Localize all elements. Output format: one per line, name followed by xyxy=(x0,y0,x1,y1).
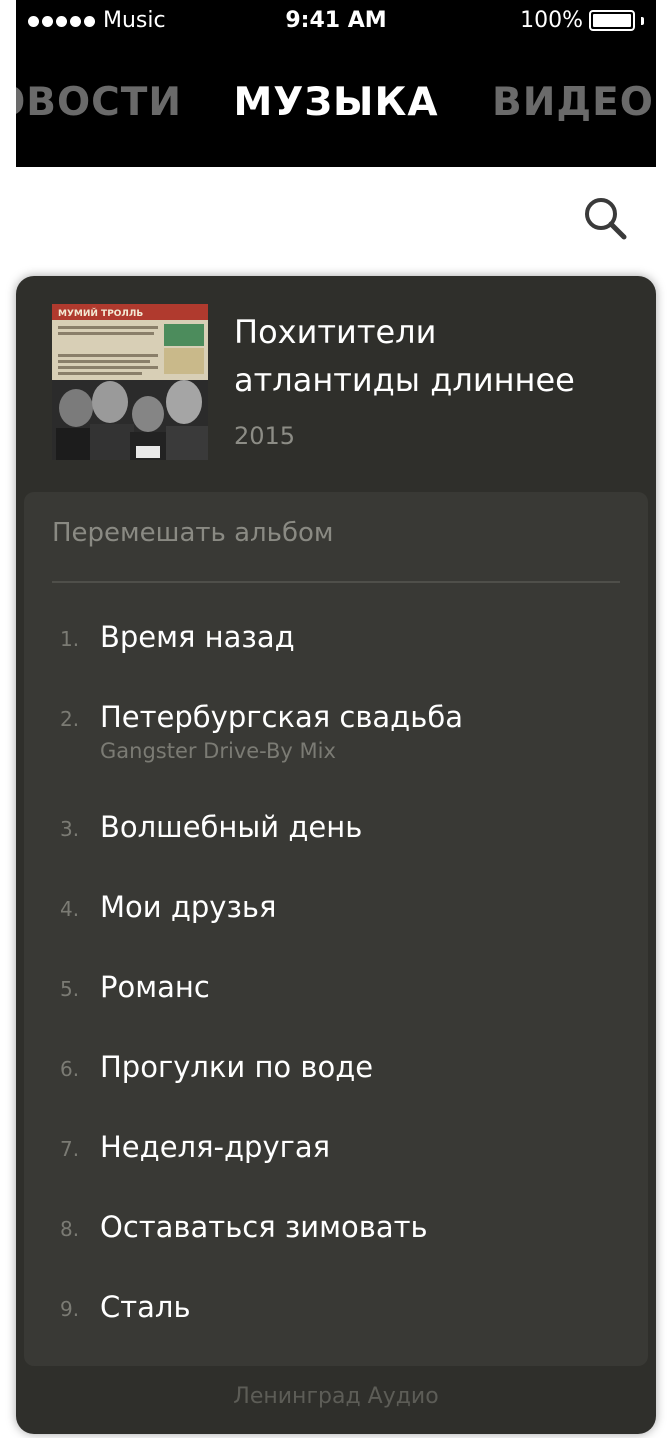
track-row[interactable]: 8. Оставаться зимовать xyxy=(24,1197,648,1267)
album-cover-image: МУМИЙ ТРОЛЛЬ xyxy=(52,304,208,460)
track-row[interactable]: 5. Романс xyxy=(24,957,648,1027)
svg-text:МУМИЙ ТРОЛЛЬ: МУМИЙ ТРОЛЛЬ xyxy=(58,307,143,319)
track-row[interactable]: 4. Мои друзья xyxy=(24,877,648,947)
battery-percent: 100% xyxy=(520,8,583,33)
record-label: Ленинград Аудио xyxy=(233,1384,439,1409)
track-title: Время назад xyxy=(100,620,295,654)
track-title: Романс xyxy=(100,970,210,1004)
search-button[interactable] xyxy=(582,195,628,241)
track-number: 6. xyxy=(60,1057,80,1081)
track-row[interactable]: 1. Время назад xyxy=(24,607,648,677)
track-subtitle: Gangster Drive-By Mix xyxy=(100,739,336,763)
search-icon xyxy=(585,198,627,240)
track-number: 4. xyxy=(60,897,80,921)
track-row[interactable]: 2. Петербургская свадьба Gangster Drive-… xyxy=(24,687,648,777)
track-row[interactable]: 7. Неделя-другая xyxy=(24,1117,648,1187)
track-number: 9. xyxy=(60,1297,80,1321)
track-title: Оставаться зимовать xyxy=(100,1210,428,1244)
divider xyxy=(52,581,620,583)
track-title: Сталь xyxy=(100,1290,191,1324)
album-cover[interactable]: МУМИЙ ТРОЛЛЬ xyxy=(52,304,208,460)
battery-indicator: 100% xyxy=(520,8,644,33)
track-number: 1. xyxy=(60,627,80,651)
track-title: Мои друзья xyxy=(100,890,277,924)
track-row[interactable]: 3. Волшебный день xyxy=(24,797,648,867)
track-number: 7. xyxy=(60,1137,80,1161)
track-title: Прогулки по воде xyxy=(100,1050,374,1084)
track-title: Петербургская свадьба xyxy=(100,700,463,734)
track-number: 5. xyxy=(60,977,80,1001)
track-number: 8. xyxy=(60,1217,80,1241)
battery-icon xyxy=(589,10,635,31)
track-number: 2. xyxy=(60,707,80,731)
album-title: Похитители атлантиды длиннее xyxy=(234,308,634,404)
header: Music 9:41 AM 100% ОВОСТИ МУЗЫКА ВИДЕО xyxy=(16,0,656,167)
status-bar: Music 9:41 AM 100% xyxy=(16,0,656,40)
tab-video[interactable]: ВИДЕО xyxy=(492,72,654,134)
album-title-line-1: Похитители xyxy=(234,313,437,351)
album-card: МУМИЙ ТРОЛЛЬ Похитители атлантиды длинне… xyxy=(16,276,656,1434)
track-number: 3. xyxy=(60,817,80,841)
album-year: 2015 xyxy=(234,422,296,450)
track-list: Перемешать альбом 1. Время назад 2. Пете… xyxy=(24,492,648,1366)
shuffle-album-button[interactable]: Перемешать альбом xyxy=(52,518,334,548)
track-title: Волшебный день xyxy=(100,810,363,844)
section-tabs: ОВОСТИ МУЗЫКА ВИДЕО xyxy=(16,72,656,134)
album-title-line-2: атлантиды длиннее xyxy=(234,361,575,399)
track-title: Неделя-другая xyxy=(100,1130,331,1164)
track-row[interactable]: 9. Сталь xyxy=(24,1277,648,1347)
track-row[interactable]: 6. Прогулки по воде xyxy=(24,1037,648,1107)
